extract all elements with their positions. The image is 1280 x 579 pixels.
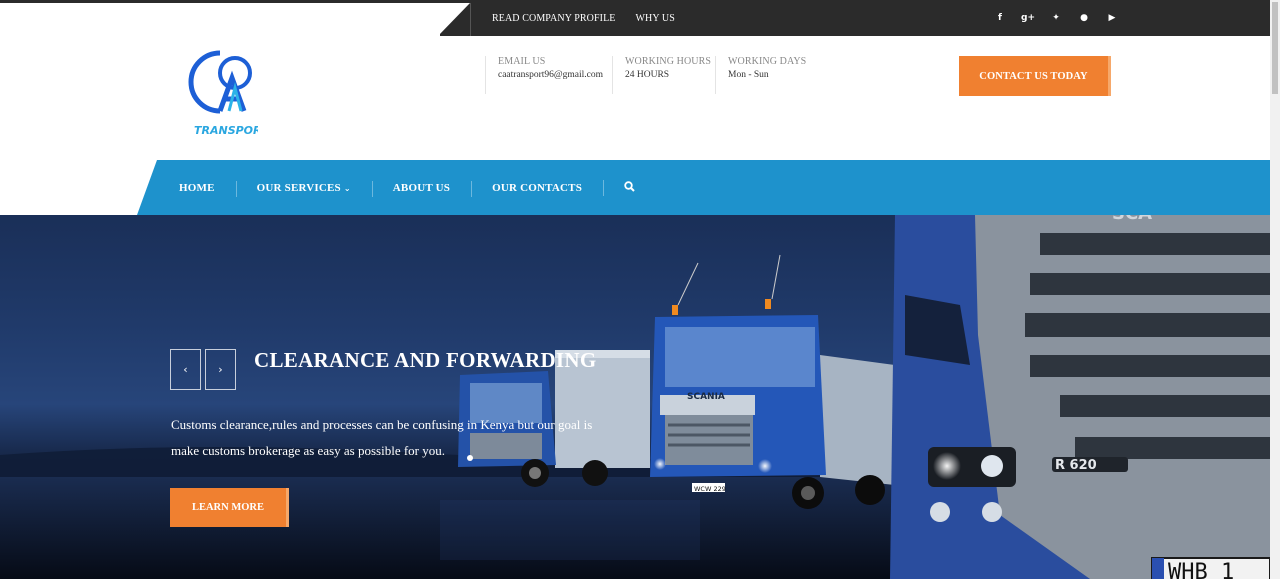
working-days-info: WORKING DAYS Mon - Sun [715, 56, 806, 94]
scrollbar-thumb[interactable] [1272, 2, 1278, 94]
youtube-icon[interactable]: ▶ [1098, 13, 1126, 23]
company-logo[interactable]: TRANSPORT [186, 48, 270, 140]
pinterest-icon[interactable]: ● [1070, 13, 1098, 23]
twitter-icon[interactable]: ✦ [1042, 13, 1070, 23]
mid-plate-text: WCW 229 [694, 485, 726, 493]
days-label: WORKING DAYS [728, 56, 807, 67]
hero-description: Customs clearance,rules and processes ca… [171, 417, 593, 458]
nav-about-label: ABOUT US [392, 181, 451, 194]
search-button[interactable] [603, 179, 656, 196]
email-info: EMAIL US caatransport96@gmail.com [485, 56, 603, 94]
contact-us-button[interactable]: CONTACT US TODAY [959, 56, 1111, 96]
nav-home-label: HOME [179, 181, 215, 194]
email-label: EMAIL US [498, 56, 546, 67]
slider-next-button[interactable]: › [205, 349, 236, 390]
main-nav: HOME OUR SERVICES ⌄ ABOUT US OUR CONTACTS [158, 160, 656, 215]
nav-contacts-label: OUR CONTACTS [492, 181, 583, 194]
search-icon [624, 180, 635, 192]
nav-home[interactable]: HOME [158, 182, 236, 194]
svg-text:SCA: SCA [1112, 215, 1152, 224]
top-links: READ COMPANY PROFILE WHY US [492, 0, 675, 36]
nav-services-label: OUR SERVICES [256, 181, 341, 194]
truck-model-text: R 620 [1055, 458, 1097, 473]
front-plate-text: WHB 1 [1168, 560, 1234, 579]
slider-prev-button[interactable]: ‹ [170, 349, 201, 390]
nav-about-us[interactable]: ABOUT US [371, 180, 471, 197]
chevron-down-icon: ⌄ [343, 183, 351, 193]
top-bar-divider [470, 3, 471, 36]
logo-text: TRANSPORT [194, 124, 258, 137]
facebook-icon[interactable]: f [986, 13, 1014, 23]
logo-mark: TRANSPORT [188, 50, 270, 137]
nav-our-services[interactable]: OUR SERVICES ⌄ [235, 180, 372, 197]
company-profile-link[interactable]: READ COMPANY PROFILE [492, 13, 616, 24]
why-us-link[interactable]: WHY US [636, 13, 675, 24]
social-links: f g+ ✦ ● ▶ [986, 0, 1126, 36]
hours-value: 24 HOURS [625, 70, 670, 80]
google-plus-icon[interactable]: g+ [1014, 13, 1042, 23]
truck-brand-text: SCANIA [687, 392, 725, 402]
working-hours-info: WORKING HOURS 24 HOURS [612, 56, 711, 94]
top-bar-white-area [0, 3, 440, 36]
top-bar-slant [438, 3, 470, 36]
hours-label: WORKING HOURS [625, 56, 712, 67]
nav-our-contacts[interactable]: OUR CONTACTS [471, 180, 603, 197]
email-value[interactable]: caatransport96@gmail.com [498, 70, 603, 80]
days-value: Mon - Sun [728, 70, 769, 80]
hero-title: CLEARANCE AND FORWARDING [254, 348, 597, 372]
learn-more-button[interactable]: LEARN MORE [170, 488, 289, 527]
